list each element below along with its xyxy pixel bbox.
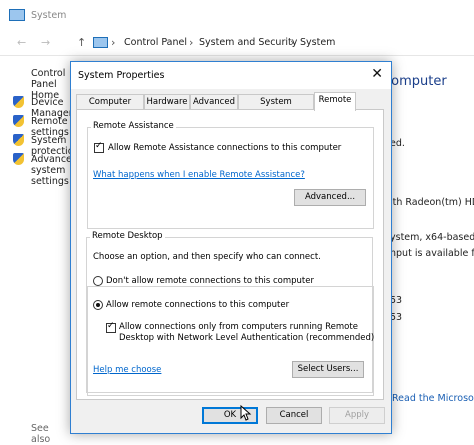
nla-label-line1[interactable]: Allow connections only from computers ru… bbox=[119, 322, 358, 332]
nla-checkbox[interactable] bbox=[106, 321, 116, 333]
breadcrumb-system-security[interactable]: System and Security bbox=[199, 37, 297, 48]
chevron-right-icon: › bbox=[290, 36, 295, 49]
text-fragment: nput is available for bbox=[392, 248, 474, 259]
dialog-titlebar[interactable]: System Properties ✕ bbox=[71, 62, 391, 89]
select-users-button[interactable]: Select Users... bbox=[292, 361, 364, 378]
section-heading: computer bbox=[392, 74, 447, 89]
text-fragment: ed. bbox=[392, 138, 405, 149]
close-icon[interactable]: ✕ bbox=[371, 66, 383, 82]
breadcrumb-system[interactable]: System bbox=[300, 37, 335, 48]
chevron-right-icon: › bbox=[189, 36, 194, 49]
allow-connections-label[interactable]: Allow remote connections to this compute… bbox=[106, 300, 289, 310]
background-window-title: System bbox=[31, 10, 67, 21]
tab-remote[interactable]: Remote bbox=[314, 92, 356, 111]
background-window-titlebar: System bbox=[0, 0, 474, 30]
dont-allow-label[interactable]: Don't allow remote connections to this c… bbox=[106, 276, 314, 286]
see-also-label: See also bbox=[31, 423, 51, 445]
dialog-title: System Properties bbox=[78, 70, 165, 81]
back-arrow-icon[interactable]: ← bbox=[17, 36, 26, 49]
text-fragment: ystem, x64-based pr bbox=[392, 232, 474, 243]
advanced-button[interactable]: Advanced... bbox=[294, 189, 366, 206]
shield-icon bbox=[13, 115, 24, 127]
breadcrumb-control-panel[interactable]: Control Panel bbox=[124, 37, 187, 48]
text-fragment: 53 bbox=[392, 312, 403, 323]
tab-advanced[interactable]: Advanced bbox=[190, 94, 238, 109]
system-properties-dialog: System Properties ✕ Computer Name Hardwa… bbox=[70, 61, 392, 434]
tab-computer-name[interactable]: Computer Name bbox=[76, 94, 144, 122]
allow-remote-assistance-label[interactable]: Allow Remote Assistance connections to t… bbox=[108, 143, 341, 153]
dont-allow-radio[interactable] bbox=[93, 276, 103, 286]
shield-icon bbox=[13, 96, 24, 108]
chevron-right-icon: › bbox=[111, 36, 116, 49]
control-panel-icon bbox=[93, 37, 108, 48]
help-me-choose-link[interactable]: Help me choose bbox=[93, 365, 161, 375]
remote-desktop-group-title: Remote Desktop bbox=[90, 231, 165, 241]
remote-assistance-help-link[interactable]: What happens when I enable Remote Assist… bbox=[93, 170, 305, 180]
shield-icon bbox=[13, 153, 24, 165]
allow-connections-radio[interactable] bbox=[93, 300, 103, 310]
microsoft-terms-link[interactable]: Read the Microsoft bbox=[392, 393, 474, 404]
up-arrow-icon[interactable]: ↑ bbox=[77, 36, 86, 49]
remote-desktop-instructions: Choose an option, and then specify who c… bbox=[93, 252, 321, 262]
text-fragment: ith Radeon(tm) HD bbox=[392, 197, 474, 208]
tab-system-protection[interactable]: System Protection bbox=[238, 94, 314, 122]
remote-assistance-group-title: Remote Assistance bbox=[91, 121, 176, 131]
shield-icon bbox=[13, 134, 24, 146]
left-pane: Control Panel Home Device Manager Remote… bbox=[0, 56, 80, 445]
nla-label-line2[interactable]: Desktop with Network Level Authenticatio… bbox=[119, 333, 374, 343]
apply-button[interactable]: Apply bbox=[329, 407, 385, 424]
forward-arrow-icon[interactable]: → bbox=[41, 36, 50, 49]
cancel-button[interactable]: Cancel bbox=[266, 407, 322, 424]
system-window-icon bbox=[9, 9, 25, 21]
text-fragment: 53 bbox=[392, 295, 403, 306]
background-right-pane: computer ed. ith Radeon(tm) HD ystem, x6… bbox=[392, 56, 474, 439]
address-bar-row: ← → ↑ › Control Panel › System and Secur… bbox=[0, 31, 474, 55]
tab-hardware[interactable]: Hardware bbox=[144, 94, 190, 109]
mouse-pointer-icon bbox=[240, 405, 252, 421]
allow-remote-assistance-checkbox[interactable] bbox=[94, 141, 104, 153]
